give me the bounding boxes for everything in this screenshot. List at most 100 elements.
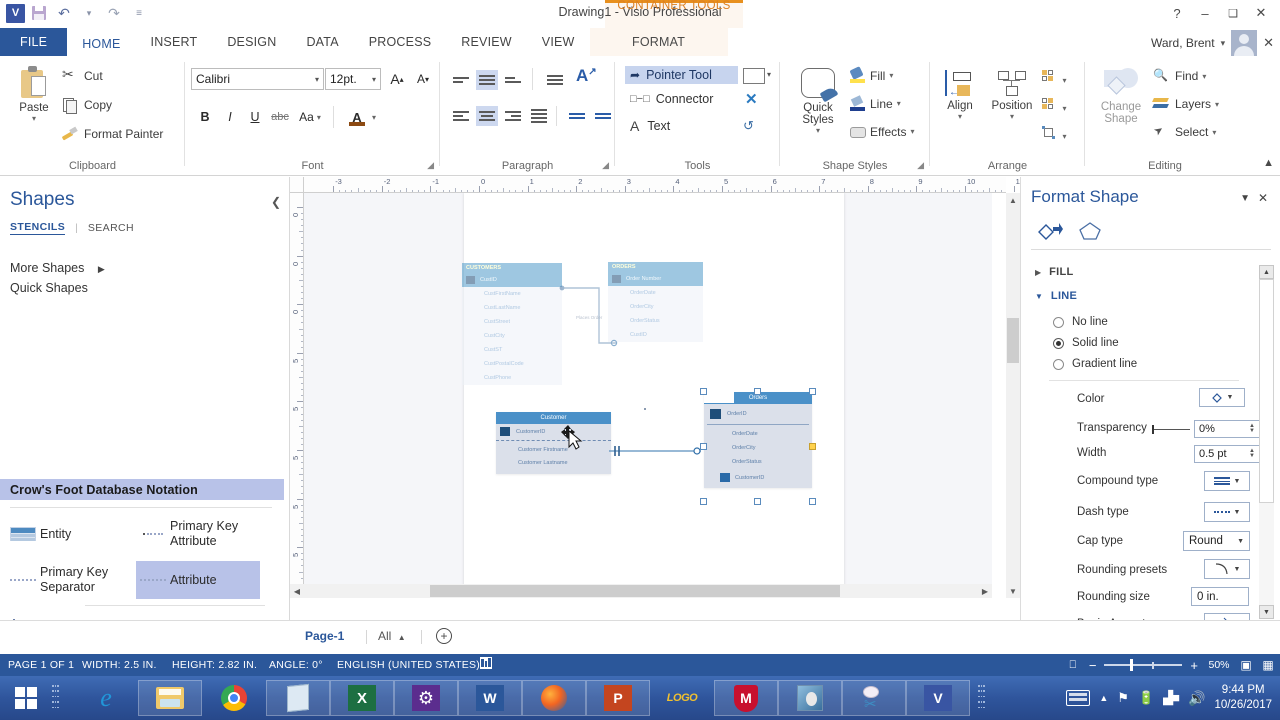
settings-icon[interactable]: ⚙ bbox=[394, 680, 458, 716]
account-dropdown-icon[interactable]: ▾ bbox=[1221, 38, 1226, 49]
send-backward-button[interactable]: ▾ bbox=[1042, 98, 1066, 116]
logo-app-icon[interactable]: LOGO bbox=[650, 680, 714, 716]
align-bottom-button[interactable] bbox=[502, 70, 524, 90]
toolbar-grip[interactable] bbox=[52, 685, 59, 711]
show-hidden-icons-chevron[interactable]: ▲ bbox=[1099, 693, 1108, 703]
change-shape-button[interactable]: Change Shape bbox=[1093, 68, 1149, 125]
align-center-button[interactable] bbox=[476, 106, 498, 126]
presentation-mode-icon[interactable]: ⎕ bbox=[1065, 657, 1081, 673]
canvas-vertical-scrollbar[interactable]: ▲ ▼ bbox=[1006, 193, 1020, 598]
copy-button[interactable]: Copy bbox=[62, 97, 112, 114]
section-fill[interactable]: ▶ FILL bbox=[1035, 266, 1074, 278]
rotate-icon[interactable]: ↺ bbox=[743, 118, 754, 134]
shape-item-attribute[interactable]: Attribute bbox=[136, 561, 260, 599]
position-button[interactable]: Position ▾ bbox=[986, 70, 1038, 121]
radio-gradient-line[interactable]: Gradient line bbox=[1053, 358, 1137, 370]
media-player-icon[interactable] bbox=[778, 680, 842, 716]
shape-item-primary-key-attribute[interactable]: Primary Key Attribute bbox=[136, 515, 276, 553]
line-button[interactable]: Line ▾ bbox=[850, 96, 901, 111]
shape-item-primary-key-separator[interactable]: Primary Key Separator bbox=[6, 561, 134, 599]
entity-orders-attr[interactable]: OrderDate bbox=[704, 425, 812, 443]
quick-styles-button[interactable]: Quick Styles ▾ bbox=[790, 68, 846, 135]
increase-indent-button[interactable] bbox=[592, 106, 614, 126]
tab-search[interactable]: SEARCH bbox=[88, 222, 134, 234]
radio-no-line[interactable]: No line bbox=[1053, 316, 1108, 328]
scroll-down-icon[interactable]: ▼ bbox=[1006, 584, 1020, 598]
drawing-surface[interactable]: CUSTOMERS CustID CustFirstName CustLastN… bbox=[304, 193, 992, 598]
notepad-icon[interactable] bbox=[266, 680, 330, 716]
cut-button[interactable]: Cut bbox=[62, 66, 103, 84]
pointer-tool-button[interactable]: ➦ Pointer Tool bbox=[625, 66, 738, 84]
align-middle-button[interactable] bbox=[476, 70, 498, 90]
horizontal-scroll-thumb[interactable] bbox=[430, 585, 840, 597]
chevron-down-icon[interactable]: ▾ bbox=[311, 75, 319, 84]
vertical-ruler[interactable]: 0 0 0 5 5 5 5 5 bbox=[290, 193, 304, 598]
spinner-arrows-icon[interactable]: ▲ ▼ bbox=[1249, 423, 1255, 434]
status-language[interactable]: ENGLISH (UNITED STATES) bbox=[337, 659, 480, 671]
scroll-up-icon[interactable]: ▲ bbox=[1006, 193, 1020, 207]
file-explorer-icon[interactable] bbox=[138, 680, 202, 716]
rounding-size-textbox[interactable]: 0 in. bbox=[1191, 587, 1249, 606]
microsoft-excel-icon[interactable]: X bbox=[330, 680, 394, 716]
underline-button[interactable]: U bbox=[243, 106, 267, 128]
start-button[interactable] bbox=[6, 681, 46, 715]
compound-type-gallery[interactable]: ▼ bbox=[1204, 471, 1250, 491]
entity-orders-pk-row[interactable]: OrderID bbox=[704, 404, 812, 424]
microsoft-word-icon[interactable]: W bbox=[458, 680, 522, 716]
mcafee-icon[interactable]: M bbox=[714, 680, 778, 716]
layers-button[interactable]: Layers ▾ bbox=[1153, 96, 1219, 112]
mozilla-firefox-icon[interactable] bbox=[522, 680, 586, 716]
drawing-canvas-area[interactable]: -3-2-101234567891011 00055555 CUSTOMERS … bbox=[290, 177, 1020, 620]
shape-item-entity[interactable]: Entity bbox=[6, 521, 126, 547]
font-color-dropdown-icon[interactable]: ▾ bbox=[367, 106, 381, 128]
entity-customer-attr[interactable]: Customer Firstname bbox=[496, 441, 611, 458]
format-pane-scrollbar[interactable]: ▲ ▼ bbox=[1259, 265, 1274, 619]
shape-effects-tab-icon[interactable] bbox=[1073, 219, 1107, 243]
spinner-arrows-icon[interactable]: ▲ ▼ bbox=[1249, 448, 1255, 459]
paste-dropdown-icon[interactable]: ▾ bbox=[32, 114, 36, 123]
zoom-out-button[interactable]: − bbox=[1087, 658, 1099, 673]
help-icon[interactable]: ? bbox=[1164, 2, 1190, 24]
change-case-button[interactable]: Aa ▾ bbox=[295, 106, 325, 128]
action-center-flag-icon[interactable]: ⚑ bbox=[1117, 690, 1129, 706]
bullets-button[interactable] bbox=[544, 70, 566, 90]
close-document-button[interactable]: ✕ bbox=[1263, 35, 1274, 51]
insert-page-button[interactable]: + bbox=[436, 628, 452, 644]
more-shapes-item[interactable]: More Shapes ▶ bbox=[10, 261, 105, 275]
z o o m-in-button[interactable]: + bbox=[1188, 658, 1200, 673]
selection-handle-n[interactable] bbox=[754, 388, 761, 395]
align-right-button[interactable] bbox=[502, 106, 524, 126]
selection-handle-control[interactable] bbox=[809, 443, 816, 450]
fit-window-icon[interactable]: ▦ bbox=[1260, 657, 1276, 673]
zoom-slider[interactable] bbox=[1104, 659, 1183, 672]
tab-review[interactable]: REVIEW bbox=[446, 28, 527, 56]
fill-line-tab-icon[interactable] bbox=[1033, 219, 1067, 243]
quick-shapes-item[interactable]: Quick Shapes bbox=[10, 281, 88, 295]
strikethrough-button[interactable]: abc bbox=[268, 106, 292, 128]
effects-button[interactable]: Effects ▾ bbox=[850, 124, 914, 139]
text-tool-button[interactable]: A Text bbox=[625, 116, 675, 136]
transparency-spinner[interactable]: 0% ▲ ▼ bbox=[1194, 420, 1260, 438]
touch-keyboard-icon[interactable] bbox=[1066, 690, 1091, 706]
decrease-indent-button[interactable] bbox=[566, 106, 588, 126]
avatar[interactable] bbox=[1231, 30, 1258, 56]
horizontal-ruler[interactable]: -3-2-101234567891011 bbox=[304, 177, 1020, 193]
network-signal-icon[interactable]: ▟■ bbox=[1163, 690, 1180, 706]
fill-button[interactable]: Fill ▾ bbox=[850, 68, 893, 83]
entity-orders-attr[interactable]: OrderStatus bbox=[704, 457, 812, 472]
align-left-button[interactable] bbox=[450, 106, 472, 126]
close-icon[interactable]: ✕ bbox=[1258, 191, 1268, 205]
volume-icon[interactable]: 🔊 bbox=[1188, 690, 1205, 707]
tab-stencils[interactable]: STENCILS bbox=[10, 221, 66, 235]
fit-page-icon[interactable]: ▣ bbox=[1238, 657, 1254, 673]
collapse-ribbon-icon[interactable]: ▲ bbox=[1263, 157, 1274, 169]
stencil-header-crows-foot[interactable]: Crow's Foot Database Notation bbox=[0, 479, 284, 500]
width-spinner[interactable]: 0.5 pt ▲ ▼ bbox=[1194, 445, 1260, 463]
internet-explorer-icon[interactable]: e bbox=[74, 680, 138, 716]
zoom-level-label[interactable]: 50% bbox=[1206, 659, 1232, 671]
justify-button[interactable] bbox=[528, 106, 550, 126]
select-button[interactable]: Select ▾ bbox=[1153, 124, 1216, 140]
scroll-right-icon[interactable]: ▶ bbox=[978, 584, 992, 598]
container-dropdown-icon[interactable]: ▾ bbox=[767, 70, 771, 79]
pane-scroll-thumb[interactable] bbox=[1259, 279, 1274, 503]
